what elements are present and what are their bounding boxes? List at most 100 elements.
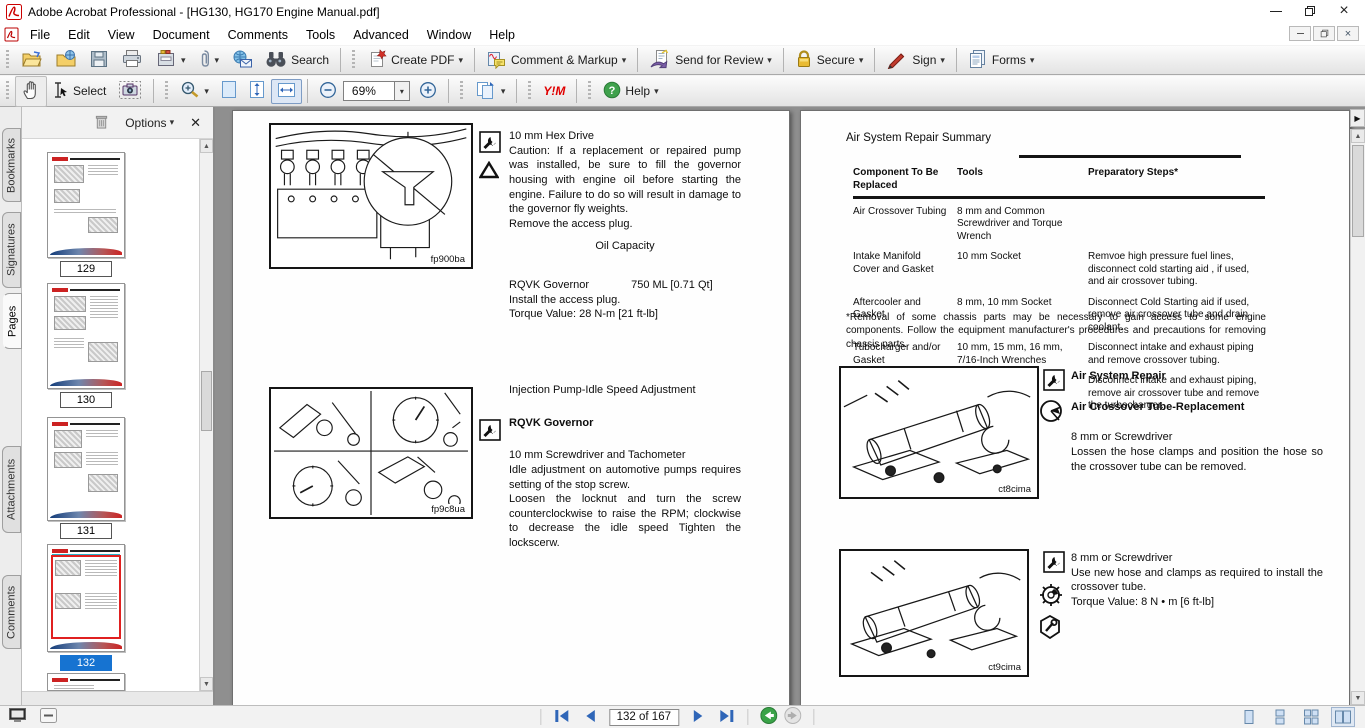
menu-help[interactable]: Help [480,26,524,44]
sidebar-tab-signatures[interactable]: Signatures [2,212,21,288]
sidebar-tab-comments[interactable]: Comments [2,575,21,649]
sign-caret: ▾ [940,55,945,66]
doc-restore-icon[interactable] [1313,26,1335,41]
toolbar-grip[interactable] [459,81,464,101]
toolbar-grip[interactable] [5,50,10,70]
zoom-level-dropdown[interactable]: ▾ [395,81,410,101]
email-button[interactable] [225,46,259,75]
thumbnail-page-129[interactable] [47,152,125,258]
document-scrollbar[interactable]: ▲ ▼ [1350,129,1365,705]
continuous-layout-icon[interactable] [1269,707,1291,727]
open-button[interactable] [15,46,49,75]
scrollbar-thumb[interactable] [1352,145,1364,237]
scroll-up-icon[interactable]: ▲ [1351,129,1365,143]
figure-label: ct9cima [987,662,1022,673]
attach-button[interactable]: ▾ [192,46,226,75]
install-paragraph: Use new hose and clamps as required to i… [1071,566,1323,595]
search-button[interactable]: Search [259,47,335,74]
page-display-button[interactable]: ▾ [469,77,512,106]
facing-layout-icon[interactable] [1331,707,1355,727]
sidebar-tab-attachments[interactable]: Attachments [2,446,21,533]
toolbar-grip[interactable] [527,81,532,101]
save-button[interactable] [83,46,115,75]
scrollbar-thumb[interactable] [201,371,212,431]
menu-tools[interactable]: Tools [297,26,344,44]
scroll-down-icon[interactable]: ▼ [200,677,213,691]
fit-page-button[interactable] [243,77,271,105]
sidebar-tab-bookmarks[interactable]: Bookmarks [2,128,21,202]
last-page-icon[interactable] [718,709,735,726]
toolbar-separator [340,48,341,72]
sign-button[interactable]: Sign ▾ [880,46,951,75]
secure-button[interactable]: Secure ▾ [789,46,870,75]
hand-tool-button[interactable] [15,76,47,107]
previous-view-icon[interactable] [760,707,777,727]
thumbnail-label-132-selected[interactable]: 132 [60,655,112,671]
toolbar-grip[interactable] [164,81,169,101]
thumb-image [54,189,80,203]
thumbnail-page-130[interactable] [47,283,125,389]
document-area[interactable]: fp900ba 10 mm Hex Drive Caution: If a re… [215,107,1365,705]
toolbar-grip[interactable] [5,81,10,101]
idle-adjustment-figure: fp9c8ua [269,387,473,519]
thumbnails-scrollbar[interactable]: ▲ ▼ [199,139,213,691]
hide-toolbars-icon[interactable] [39,707,58,727]
first-page-icon[interactable] [553,709,570,726]
menu-view[interactable]: View [99,26,144,44]
zoom-tool-button[interactable]: ▾ [174,77,215,106]
page-indicator-input[interactable]: 132 of 167 [609,709,679,726]
thumbnail-label-130[interactable]: 130 [60,392,112,408]
menu-document[interactable]: Document [144,26,219,44]
thumbnail-label-131[interactable]: 131 [60,523,112,539]
doc-close-icon[interactable]: × [1337,26,1359,41]
menu-file[interactable]: File [21,26,59,44]
forms-button[interactable]: Forms ▾ [962,46,1041,75]
open-web-button[interactable] [49,46,83,75]
doc-minimize-icon[interactable] [1289,26,1311,41]
toolbar-grip[interactable] [351,50,356,70]
thumbnail-page-132-current[interactable] [47,544,125,652]
next-view-icon[interactable] [784,707,801,727]
thumbnail-page-133[interactable] [47,673,125,691]
thumbnail-page-131[interactable] [47,417,125,521]
yim-button[interactable]: Y!M [537,81,571,101]
pages-options-button[interactable]: Options ▾ [125,116,174,130]
help-button[interactable]: ? Help ▾ [597,78,664,105]
menu-comments[interactable]: Comments [219,26,297,44]
send-for-review-button[interactable]: Send for Review ▾ [643,46,778,75]
panel-footer [22,691,213,705]
fit-width-button[interactable] [271,79,302,104]
close-icon[interactable]: × [1327,0,1361,22]
thumbnail-label-129[interactable]: 129 [60,261,112,277]
single-page-layout-icon[interactable] [1238,707,1260,727]
zoom-level-input[interactable]: 69% [343,81,395,101]
table-cell: Intake Manifold Cover and Gasket [853,251,948,289]
fullscreen-view-icon[interactable] [8,707,27,727]
trash-icon[interactable] [94,113,109,133]
menu-edit[interactable]: Edit [59,26,99,44]
menu-window[interactable]: Window [418,26,480,44]
comment-markup-button[interactable]: Comment & Markup ▾ [480,46,632,75]
sidebar-tab-pages[interactable]: Pages [3,293,22,349]
next-page-icon[interactable] [692,709,705,726]
previous-page-icon[interactable] [583,709,596,726]
expand-panel-button[interactable]: ▶ [1350,109,1365,127]
menu-advanced[interactable]: Advanced [344,26,418,44]
panel-close-icon[interactable]: ✕ [190,115,201,131]
select-tool-button[interactable]: Select [47,78,112,105]
figure-label: ct8cima [997,484,1032,495]
print-button[interactable] [115,46,149,75]
zoom-in-button[interactable] [413,78,443,105]
create-pdf-button[interactable]: Create PDF ▾ [361,46,469,75]
tab-label: Bookmarks [6,137,18,192]
continuous-facing-layout-icon[interactable] [1300,707,1322,727]
scroll-up-icon[interactable]: ▲ [200,139,213,153]
restore-icon[interactable] [1293,0,1327,22]
snapshot-button[interactable] [112,77,148,106]
toolbar-grip[interactable] [587,81,592,101]
minimize-icon[interactable] [1259,0,1293,22]
scroll-down-icon[interactable]: ▼ [1351,691,1365,705]
organizer-button[interactable]: ▾ [149,46,192,75]
actual-size-button[interactable] [215,77,243,105]
zoom-out-button[interactable] [313,78,343,105]
